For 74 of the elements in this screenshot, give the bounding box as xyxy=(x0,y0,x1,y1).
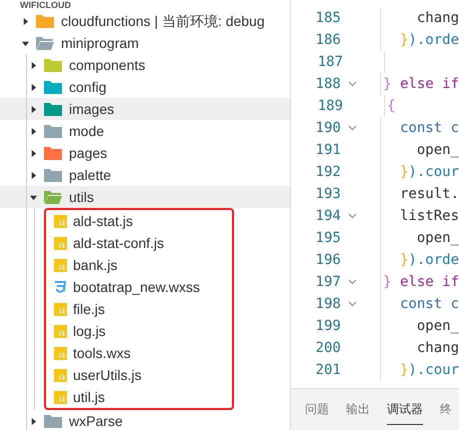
file-name[interactable]: tools.wxs xyxy=(73,342,131,364)
caret-icon[interactable] xyxy=(30,150,37,156)
fold-chevron-icon[interactable] xyxy=(348,125,357,131)
folder-name[interactable]: wxParse xyxy=(69,410,123,430)
file-name[interactable]: file.js xyxy=(73,298,105,320)
panel-tab[interactable]: 终 xyxy=(440,394,452,425)
folder-name[interactable]: config xyxy=(69,76,106,98)
caret-icon[interactable] xyxy=(30,194,37,200)
line-number: 197 xyxy=(314,272,341,292)
code-line: } else if xyxy=(382,272,459,292)
folder-name[interactable]: components xyxy=(69,54,146,76)
line-number: 191 xyxy=(314,140,341,160)
code-line: { xyxy=(386,96,396,116)
code-line: result. xyxy=(398,184,459,204)
line-number: 189 xyxy=(316,96,343,116)
panel-tab[interactable]: 输出 xyxy=(346,394,370,425)
folder-name[interactable]: utils xyxy=(69,186,94,208)
code-line: open_ xyxy=(416,228,459,248)
code-line: }).cour xyxy=(398,360,459,380)
file-name[interactable]: ald-stat-conf.js xyxy=(73,232,164,254)
file-name[interactable]: ald-stat.js xyxy=(73,210,133,232)
explorer-title: WIFICLOUD xyxy=(20,0,71,10)
folder-name[interactable]: palette xyxy=(69,164,112,186)
file-name[interactable]: log.js xyxy=(73,320,106,342)
line-number: 186 xyxy=(314,30,341,50)
code-line: listRes xyxy=(398,206,459,226)
code-line: const c xyxy=(398,118,459,138)
line-number: 199 xyxy=(314,316,341,336)
fold-chevron-icon[interactable] xyxy=(348,213,357,219)
line-number: 195 xyxy=(314,228,341,248)
code-line: }).cour xyxy=(398,162,459,182)
file-name[interactable]: userUtils.js xyxy=(73,364,142,386)
line-number: 196 xyxy=(314,250,341,270)
line-number: 190 xyxy=(314,118,341,138)
caret-icon[interactable] xyxy=(30,84,37,90)
panel-tab[interactable]: 问题 xyxy=(305,394,329,425)
folder-name[interactable]: miniprogram xyxy=(61,32,139,54)
code-line: open_ xyxy=(416,140,459,160)
folder-name[interactable]: images xyxy=(69,98,114,120)
tree-row-highlight[interactable]: images xyxy=(0,98,290,120)
line-number: 193 xyxy=(314,184,341,204)
caret-icon[interactable] xyxy=(30,128,37,134)
file-name[interactable]: bank.js xyxy=(73,254,118,276)
folder-name[interactable]: mode xyxy=(69,120,104,142)
caret-icon[interactable] xyxy=(22,40,29,46)
line-number: 194 xyxy=(314,206,341,226)
file-name[interactable]: util.js xyxy=(73,386,105,408)
caret-icon[interactable] xyxy=(30,172,37,178)
caret-icon[interactable] xyxy=(30,62,37,68)
line-number: 188 xyxy=(314,74,341,94)
fold-chevron-icon[interactable] xyxy=(348,301,357,307)
file-name[interactable]: bootatrap_new.wxss xyxy=(73,276,200,298)
code-line: }).orde xyxy=(398,250,459,270)
caret-icon[interactable] xyxy=(22,18,29,24)
line-number: 185 xyxy=(314,8,341,28)
line-number: 192 xyxy=(314,162,341,182)
fold-chevron-icon[interactable] xyxy=(348,279,357,285)
code-line: } else if xyxy=(382,74,459,94)
caret-icon[interactable] xyxy=(30,418,37,424)
line-number: 198 xyxy=(314,294,341,314)
panel-tab[interactable]: 调试器 xyxy=(387,394,423,425)
code-line: open_ xyxy=(416,316,459,336)
line-number: 187 xyxy=(316,52,343,72)
code-line: }).orde xyxy=(398,30,459,50)
line-number: 200 xyxy=(314,338,341,358)
folder-name[interactable]: pages xyxy=(69,142,108,164)
code-line: chang xyxy=(416,8,459,28)
fold-chevron-icon[interactable] xyxy=(348,81,357,87)
line-number: 201 xyxy=(314,360,341,380)
tree-row-highlight[interactable]: utils xyxy=(0,186,290,208)
code-line: const c xyxy=(398,294,459,314)
folder-name[interactable]: cloudfunctions | 当前环境: debug xyxy=(61,10,265,32)
code-line: chang xyxy=(416,338,459,358)
caret-icon[interactable] xyxy=(30,106,37,112)
